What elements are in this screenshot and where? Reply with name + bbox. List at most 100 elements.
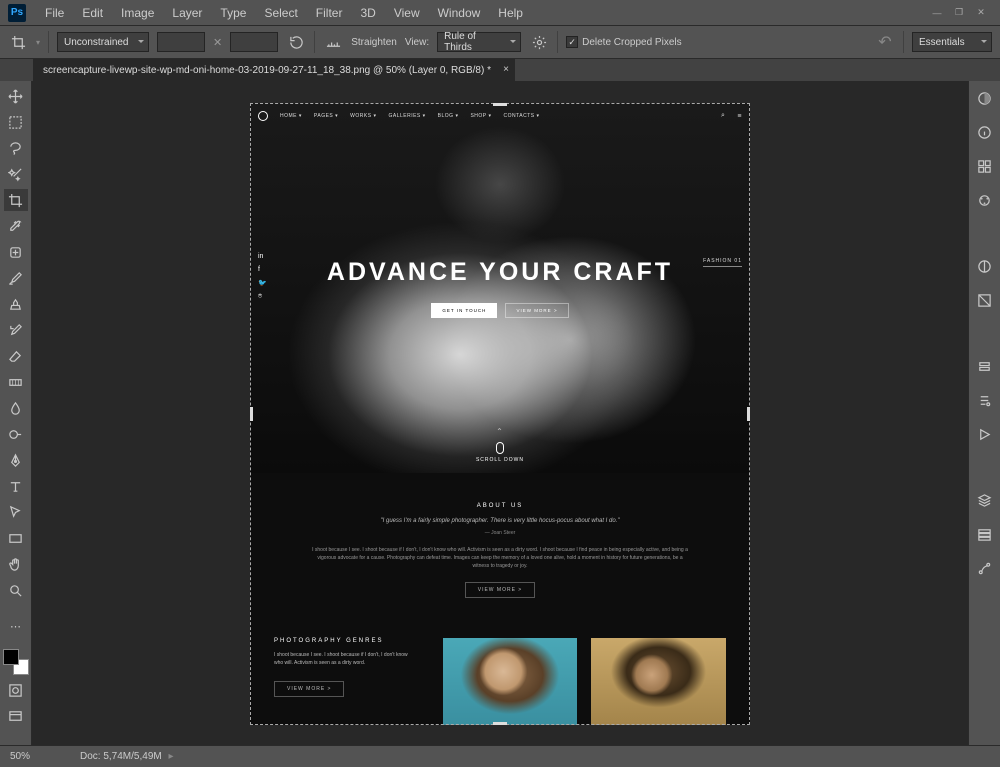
magic-wand-tool[interactable] bbox=[4, 163, 28, 185]
menu-help[interactable]: Help bbox=[489, 6, 532, 20]
swatches-panel-icon[interactable] bbox=[974, 155, 996, 177]
aspect-ratio-dropdown[interactable]: Unconstrained bbox=[57, 32, 149, 52]
window-restore[interactable]: ❐ bbox=[948, 4, 970, 22]
edit-toolbar[interactable]: ⋯ bbox=[4, 615, 28, 637]
genre-image-1 bbox=[443, 638, 578, 725]
crop-handle-r[interactable] bbox=[747, 407, 750, 421]
crop-tool-icon[interactable] bbox=[8, 32, 28, 52]
mouse-icon bbox=[496, 442, 504, 454]
layers-panel-icon[interactable] bbox=[974, 489, 996, 511]
delete-cropped-checkbox[interactable]: ✓ Delete Cropped Pixels bbox=[566, 36, 682, 48]
menu-select[interactable]: Select bbox=[255, 6, 306, 20]
window-close[interactable]: ✕ bbox=[970, 4, 992, 22]
about-author: — Joan Steer bbox=[310, 530, 690, 536]
app-menubar: Ps File Edit Image Layer Type Select Fil… bbox=[0, 0, 1000, 25]
crop-handle-t[interactable] bbox=[493, 103, 507, 106]
dodge-tool[interactable] bbox=[4, 423, 28, 445]
libraries-panel-icon[interactable] bbox=[974, 189, 996, 211]
adjustments-panel-icon[interactable] bbox=[974, 255, 996, 277]
ps-logo: Ps bbox=[8, 4, 26, 22]
overlay-view-dropdown[interactable]: Rule of Thirds bbox=[437, 32, 521, 52]
menu-type[interactable]: Type bbox=[211, 6, 255, 20]
close-tab-icon[interactable]: × bbox=[503, 64, 509, 75]
channels-panel-icon[interactable] bbox=[974, 523, 996, 545]
straighten-label: Straighten bbox=[351, 37, 397, 48]
straighten-icon[interactable] bbox=[323, 32, 343, 52]
crop-tool[interactable] bbox=[4, 189, 28, 211]
reset-crop-icon[interactable]: ↶ bbox=[875, 32, 895, 52]
view-label: View: bbox=[405, 37, 429, 48]
document-tab[interactable]: screencapture-livewp-site-wp-md-oni-home… bbox=[33, 59, 515, 81]
about-heading: ABOUT US bbox=[310, 503, 690, 509]
separator-x: ✕ bbox=[213, 36, 222, 49]
history-brush-tool[interactable] bbox=[4, 319, 28, 341]
tools-panel: ⋯ bbox=[0, 81, 32, 745]
crop-handle-l[interactable] bbox=[250, 407, 253, 421]
about-section: ABOUT US "I guess I'm a fairly simple ph… bbox=[250, 473, 750, 618]
genre-image-2 bbox=[591, 638, 726, 725]
hero-section: HOME ▾ PAGES ▾ WORKS ▾ GALLERIES ▾ BLOG … bbox=[250, 103, 750, 473]
doc-size[interactable]: Doc: 5,74M/5,49M ▸ bbox=[80, 751, 174, 762]
history-panel-icon[interactable] bbox=[974, 355, 996, 377]
menu-image[interactable]: Image bbox=[112, 6, 163, 20]
chevron-right-icon: ▸ bbox=[166, 751, 174, 762]
crop-width-input[interactable] bbox=[157, 32, 205, 52]
crop-height-input[interactable] bbox=[230, 32, 278, 52]
menu-filter[interactable]: Filter bbox=[307, 6, 352, 20]
zoom-tool[interactable] bbox=[4, 579, 28, 601]
color-panel-icon[interactable] bbox=[974, 87, 996, 109]
screen-mode-toggle[interactable] bbox=[4, 705, 28, 727]
info-panel-icon[interactable] bbox=[974, 121, 996, 143]
paths-panel-icon[interactable] bbox=[974, 557, 996, 579]
site-nav: HOME ▾ PAGES ▾ WORKS ▾ GALLERIES ▾ BLOG … bbox=[258, 111, 742, 121]
crop-handle-br[interactable] bbox=[735, 710, 750, 725]
menu-3d[interactable]: 3D bbox=[351, 6, 384, 20]
hero-meta: FASHION 01 bbox=[703, 258, 742, 267]
type-tool[interactable] bbox=[4, 475, 28, 497]
genres-heading: PHOTOGRAPHY GENRES bbox=[274, 638, 413, 644]
nav-blog: BLOG ▾ bbox=[438, 113, 459, 119]
lasso-tool[interactable] bbox=[4, 137, 28, 159]
move-tool[interactable] bbox=[4, 85, 28, 107]
menu-view[interactable]: View bbox=[385, 6, 429, 20]
crop-handle-b[interactable] bbox=[493, 722, 507, 725]
pen-tool[interactable] bbox=[4, 449, 28, 471]
menu-file[interactable]: File bbox=[36, 6, 73, 20]
properties-panel-icon[interactable] bbox=[974, 389, 996, 411]
window-minimize[interactable]: — bbox=[926, 4, 948, 22]
about-quote: "I guess I'm a fairly simple photographe… bbox=[310, 517, 690, 526]
document-canvas[interactable]: HOME ▾ PAGES ▾ WORKS ▾ GALLERIES ▾ BLOG … bbox=[250, 103, 750, 725]
document-tab-bar: screencapture-livewp-site-wp-md-oni-home… bbox=[0, 59, 1000, 81]
status-bar: 50% Doc: 5,74M/5,49M ▸ bbox=[0, 745, 1000, 767]
eraser-tool[interactable] bbox=[4, 345, 28, 367]
healing-brush-tool[interactable] bbox=[4, 241, 28, 263]
crop-handle-bl[interactable] bbox=[250, 710, 265, 725]
quick-mask-toggle[interactable] bbox=[4, 679, 28, 701]
crop-options-gear-icon[interactable] bbox=[529, 32, 549, 52]
menu-edit[interactable]: Edit bbox=[73, 6, 112, 20]
nav-pages: PAGES ▾ bbox=[314, 113, 338, 119]
crop-handle-tl[interactable] bbox=[250, 103, 265, 118]
eyedropper-tool[interactable] bbox=[4, 215, 28, 237]
path-selection-tool[interactable] bbox=[4, 501, 28, 523]
canvas-area[interactable]: HOME ▾ PAGES ▾ WORKS ▾ GALLERIES ▾ BLOG … bbox=[32, 81, 968, 745]
color-swatches[interactable] bbox=[3, 649, 29, 675]
brush-tool[interactable] bbox=[4, 267, 28, 289]
zoom-level[interactable]: 50% bbox=[10, 751, 60, 762]
blur-tool[interactable] bbox=[4, 397, 28, 419]
workspace-switcher[interactable]: Essentials bbox=[912, 32, 992, 52]
hand-tool[interactable] bbox=[4, 553, 28, 575]
clone-stamp-tool[interactable] bbox=[4, 293, 28, 315]
menu-layer[interactable]: Layer bbox=[163, 6, 211, 20]
crop-handle-tr[interactable] bbox=[735, 103, 750, 118]
actions-panel-icon[interactable] bbox=[974, 423, 996, 445]
search-icon: ⌕ bbox=[721, 112, 725, 120]
clear-button[interactable] bbox=[286, 32, 306, 52]
marquee-tool[interactable] bbox=[4, 111, 28, 133]
tool-preset-dropdown-icon[interactable]: ▾ bbox=[36, 38, 40, 47]
styles-panel-icon[interactable] bbox=[974, 289, 996, 311]
gradient-tool[interactable] bbox=[4, 371, 28, 393]
menu-window[interactable]: Window bbox=[429, 6, 490, 20]
nav-home: HOME ▾ bbox=[280, 113, 302, 119]
rectangle-tool[interactable] bbox=[4, 527, 28, 549]
